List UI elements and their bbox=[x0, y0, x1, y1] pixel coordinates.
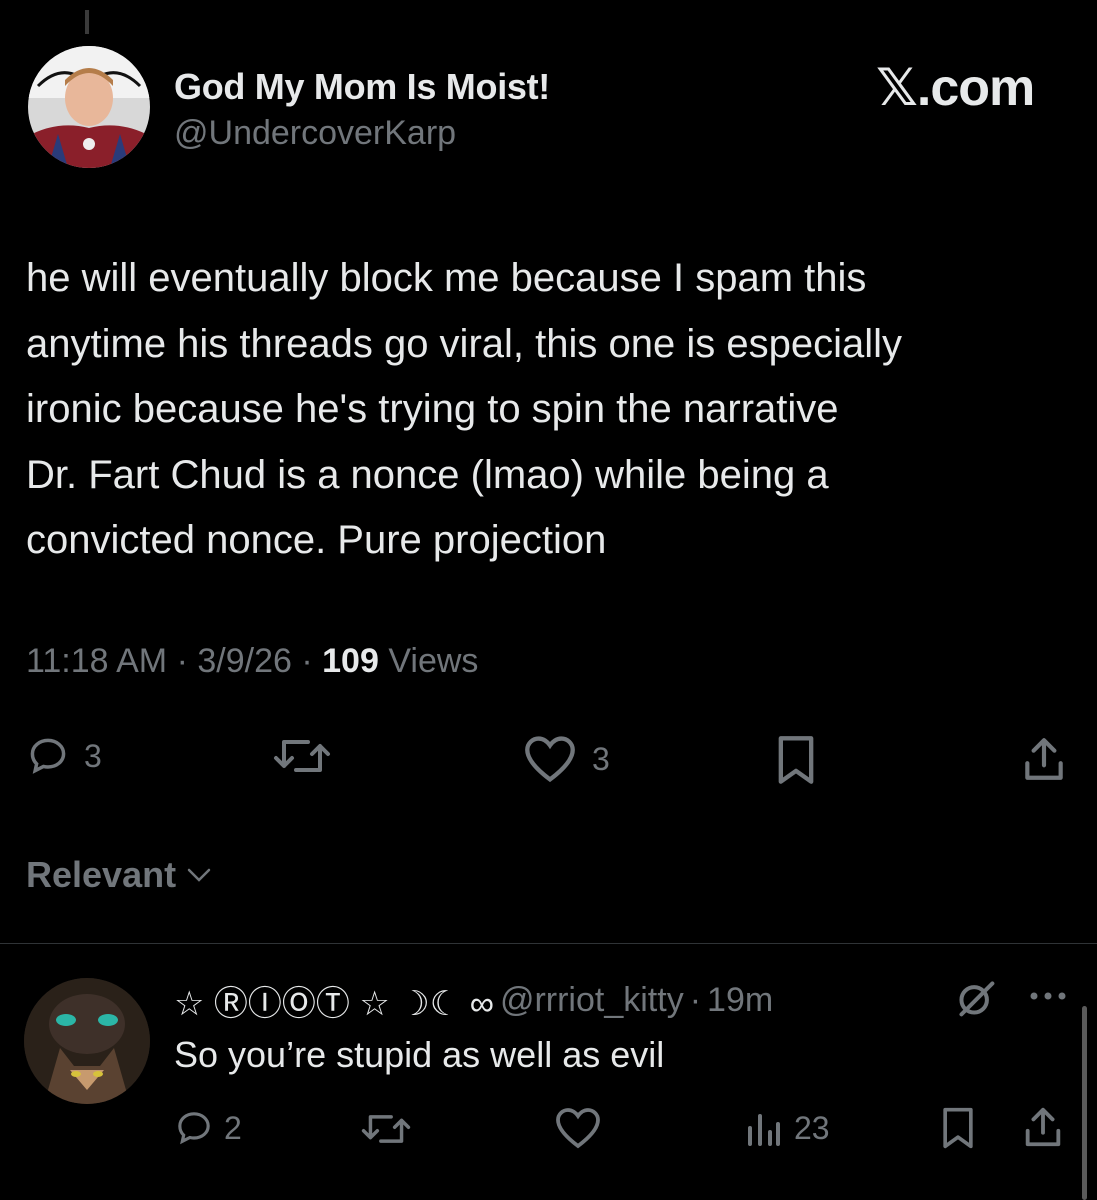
views-count: 109 bbox=[322, 642, 379, 680]
bookmark-icon bbox=[778, 736, 814, 784]
repost-button[interactable] bbox=[272, 734, 332, 778]
sort-label: Relevant bbox=[26, 854, 177, 895]
share-icon bbox=[1025, 1107, 1061, 1147]
reply-button[interactable]: 3 bbox=[26, 734, 102, 778]
grok-button[interactable] bbox=[954, 978, 998, 1023]
author-avatar[interactable] bbox=[28, 46, 150, 168]
heart-icon bbox=[556, 1108, 600, 1149]
reply-share-button[interactable] bbox=[1020, 1104, 1066, 1150]
reply-bookmark-button[interactable] bbox=[938, 1106, 978, 1150]
reply-count: 3 bbox=[84, 737, 102, 774]
reply-author-avatar[interactable] bbox=[24, 978, 150, 1104]
meta-separator: · bbox=[176, 642, 188, 680]
reply-sort-dropdown[interactable]: Relevant bbox=[26, 854, 212, 896]
divider bbox=[0, 943, 1097, 944]
author-handle[interactable]: @UndercoverKarp bbox=[174, 114, 456, 153]
analytics-icon bbox=[748, 1114, 780, 1146]
post-date[interactable]: 3/9/26 bbox=[197, 642, 292, 680]
repost-icon bbox=[361, 1115, 411, 1143]
more-options-button[interactable] bbox=[1026, 986, 1070, 1011]
reply-text: So you’re stupid as well as evil bbox=[174, 1034, 665, 1075]
reply-reply-button[interactable]: 2 bbox=[174, 1108, 242, 1148]
bookmark-icon bbox=[943, 1107, 973, 1149]
grok-icon bbox=[959, 981, 995, 1017]
comment-icon bbox=[178, 1112, 210, 1145]
views-label: Views bbox=[388, 642, 479, 680]
more-icon bbox=[1030, 992, 1066, 1000]
heart-icon bbox=[525, 736, 575, 783]
comment-icon bbox=[30, 738, 66, 774]
share-button[interactable] bbox=[1018, 734, 1070, 784]
reply-header: ☆ ⓇⒾⓄⓉ ☆ ☽☾ ∞ @rrriot_kitty · 19m bbox=[174, 976, 773, 1025]
reply-views-button[interactable]: 23 bbox=[746, 1108, 830, 1148]
post-meta: 11:18 AM · 3/9/26 · 109 Views bbox=[26, 642, 478, 681]
reply-repost-button[interactable] bbox=[360, 1110, 412, 1148]
reply-like-button[interactable] bbox=[554, 1106, 602, 1150]
reply-display-name[interactable]: ☆ ⓇⒾⓄⓉ ☆ ☽☾ ∞ bbox=[174, 976, 494, 1025]
post-text: he will eventually block me because I sp… bbox=[26, 256, 902, 562]
chevron-down-icon bbox=[187, 868, 211, 882]
drag-handle bbox=[85, 10, 89, 34]
reply-reply-count: 2 bbox=[224, 1109, 242, 1146]
scrollbar[interactable] bbox=[1082, 1006, 1087, 1200]
repost-icon bbox=[274, 740, 330, 772]
post-time[interactable]: 11:18 AM bbox=[26, 642, 167, 680]
author-display-name[interactable]: God My Mom Is Moist! bbox=[174, 66, 550, 108]
bookmark-button[interactable] bbox=[772, 734, 820, 786]
meta-separator: · bbox=[301, 642, 313, 680]
reply-time[interactable]: 19m bbox=[707, 981, 773, 1020]
reply-separator: · bbox=[689, 981, 702, 1019]
reply-views-count: 23 bbox=[794, 1109, 830, 1146]
share-icon bbox=[1025, 738, 1063, 780]
like-button[interactable]: 3 bbox=[522, 734, 610, 784]
reply-handle[interactable]: @rrriot_kitty bbox=[500, 981, 684, 1020]
x-logo-text: 𝕏.com bbox=[876, 59, 1035, 117]
like-count: 3 bbox=[592, 740, 610, 777]
